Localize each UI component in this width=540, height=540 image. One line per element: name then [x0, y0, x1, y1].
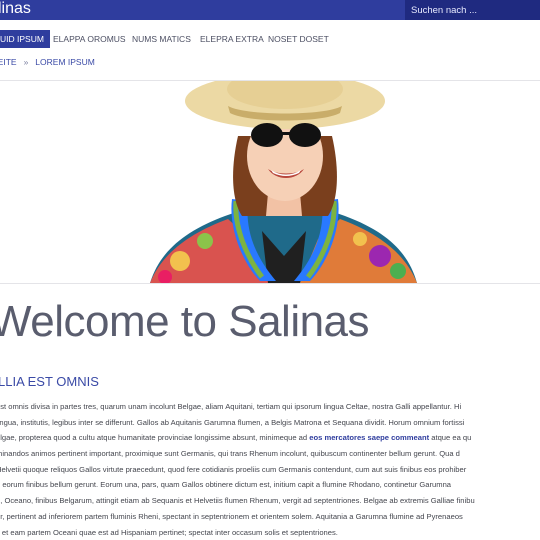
paragraph-line-text: elgae, propterea quod a cultu atque huma… — [0, 433, 308, 443]
paragraph-line: elgae, propterea quod a cultu atque huma… — [0, 430, 540, 446]
top-header-bar: linas — [0, 0, 540, 20]
paragraph-line: minandos animos pertinent important, pro… — [0, 449, 460, 459]
hero-divider — [0, 283, 540, 284]
site-title[interactable]: linas — [0, 0, 31, 20]
breadcrumb-item-current[interactable]: LOREM IPSUM — [35, 57, 95, 67]
breadcrumb-item-home[interactable]: SEITE — [0, 57, 17, 67]
bold-link-text[interactable]: eos mercatores saepe commeant — [309, 433, 429, 442]
hero-image — [150, 81, 417, 283]
paragraph-line: Helvetii quoque reliquos Gallos virtute … — [0, 464, 467, 474]
search-input[interactable] — [405, 0, 540, 20]
paragraph-line: ur, pertinent ad inferiorem partem flumi… — [0, 511, 463, 521]
nav-item-noset-doset[interactable]: NOSET DOSET — [268, 30, 329, 48]
paragraph-line: n eorum finibus bellum gerunt. Eorum una… — [0, 480, 452, 490]
paragraph-line: est omnis divisa in partes tres, quarum … — [0, 402, 462, 411]
search-box[interactable] — [405, 0, 540, 20]
nav-item-nums-matics[interactable]: NUMS MATICS — [132, 30, 191, 48]
paragraph-line-tail: atque ea qu — [429, 433, 472, 443]
article-body: est omnis divisa in partes tres, quarum … — [0, 399, 540, 540]
page-title: Welcome to Salinas — [0, 297, 370, 346]
section-subheading: LLIA EST OMNIS — [0, 374, 99, 389]
nav-item-elepra-extra[interactable]: ELEPRA EXTRA — [200, 30, 264, 48]
breadcrumb-separator: » — [23, 57, 29, 67]
paragraph-line: e, Oceano, finibus Belgarum, attingit et… — [0, 496, 475, 506]
breadcrumb: SEITE » LOREM IPSUM — [0, 57, 95, 67]
nav-item-elappa-oromus[interactable]: ELAPPA OROMUS — [53, 30, 126, 48]
nav-item-uid-ipsum[interactable]: UID IPSUM — [0, 30, 50, 48]
main-nav: UID IPSUM ELAPPA OROMUS NUMS MATICS ELEP… — [0, 30, 540, 48]
paragraph-line: lingua, institutis, legibus inter se dif… — [0, 417, 465, 427]
paragraph-line: s et eam partem Oceani quae est ad Hispa… — [0, 527, 338, 537]
hero-photo — [150, 81, 417, 283]
